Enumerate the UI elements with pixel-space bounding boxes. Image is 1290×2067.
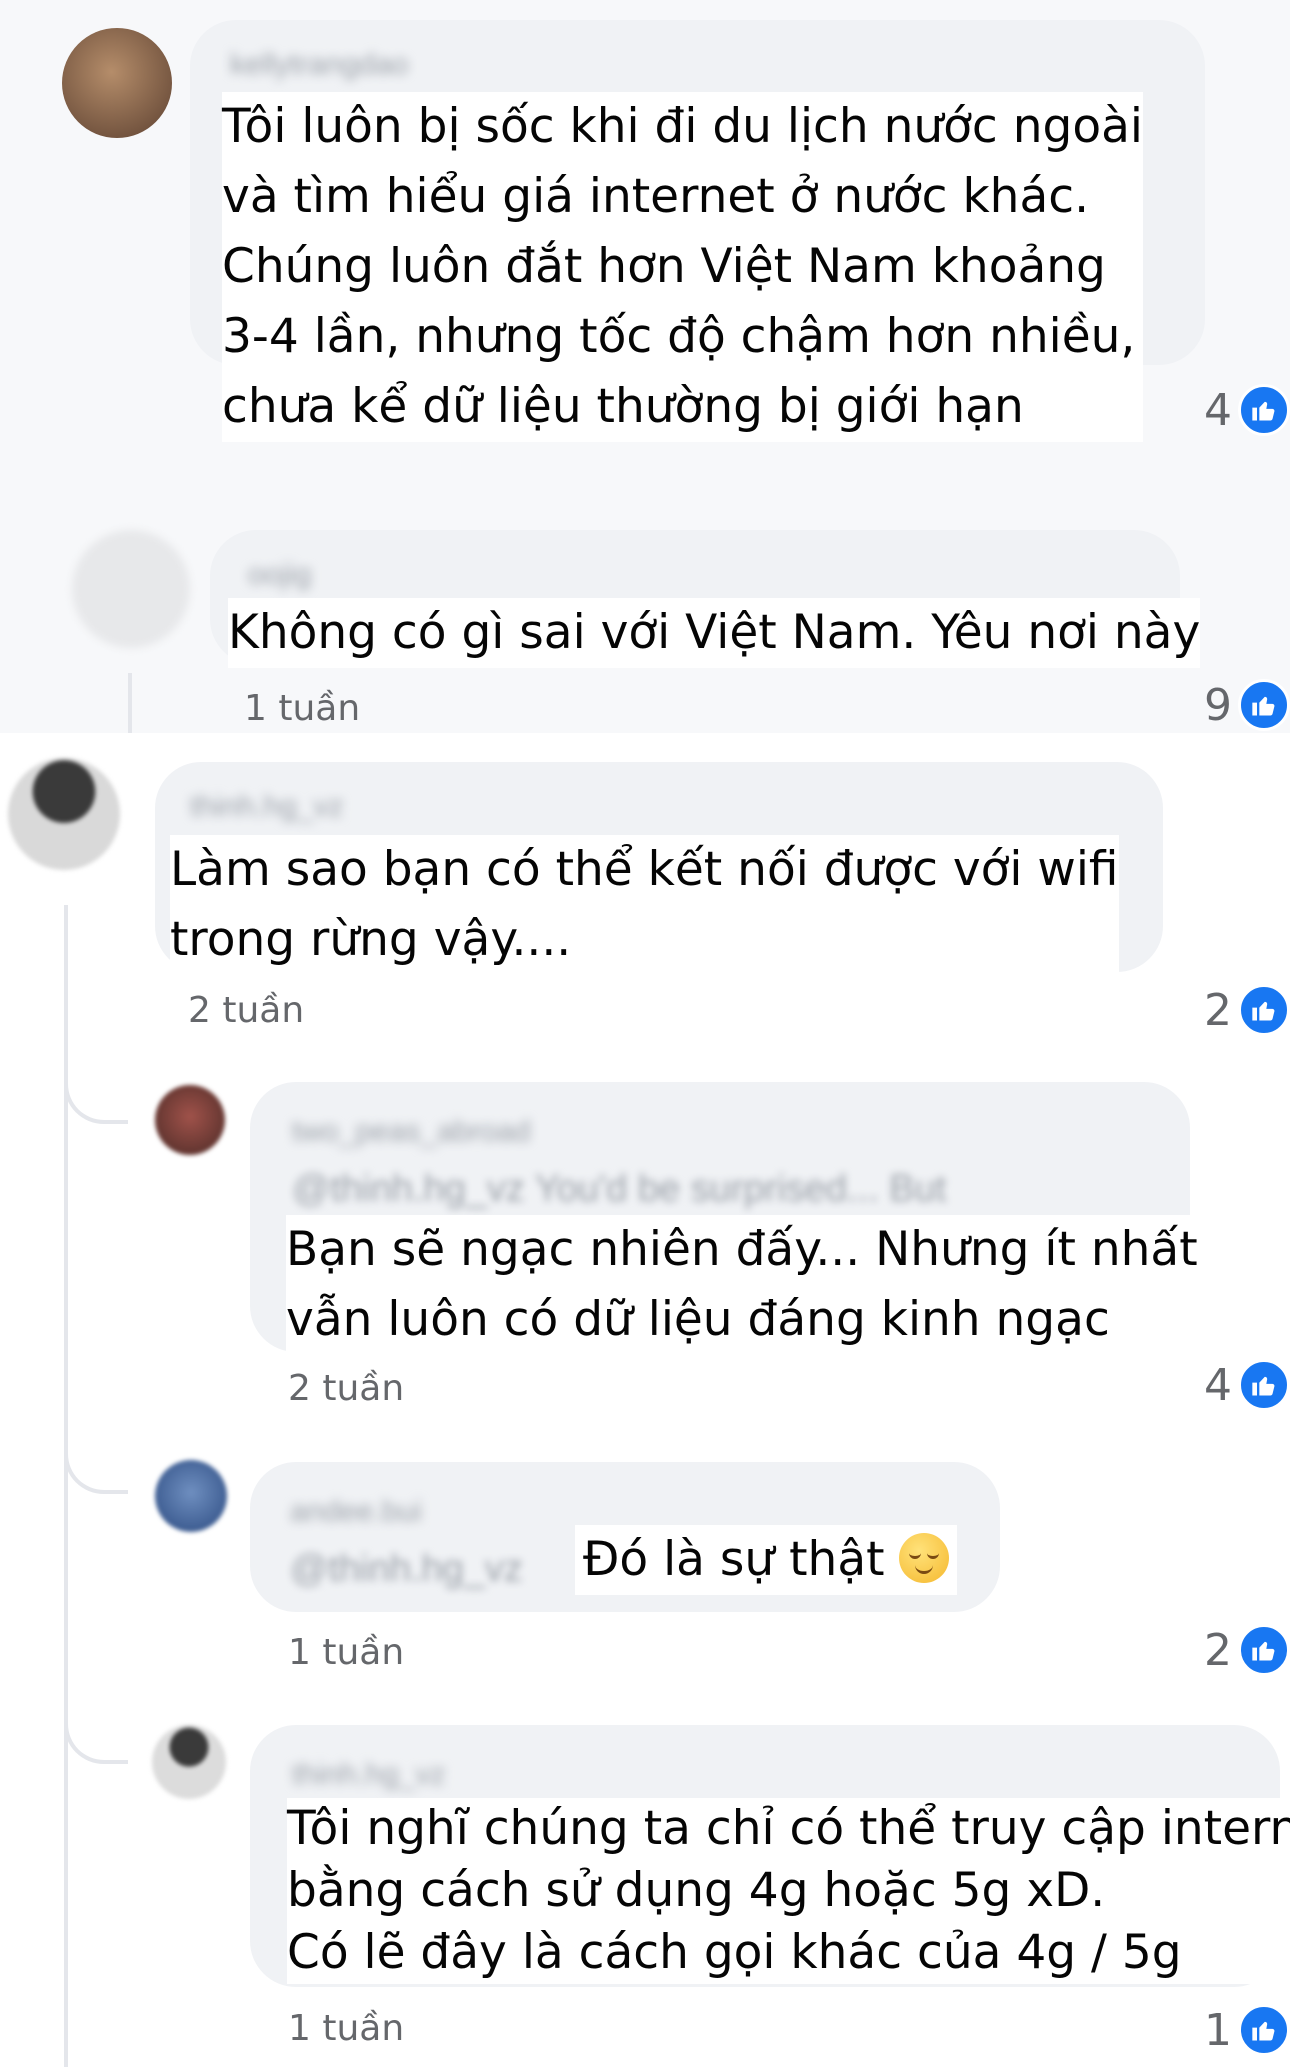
like-count[interactable]: 2 <box>1204 984 1290 1036</box>
username[interactable]: oojig <box>248 558 311 592</box>
comment-line: Làm sao bạn có thể kết nối được với wifi <box>170 842 1119 897</box>
reply-connector <box>64 1050 128 1124</box>
thumbs-up-icon <box>1238 2004 1290 2056</box>
avatar[interactable] <box>152 1725 226 1799</box>
comment-text: Tôi luôn bị sốc khi đi du lịch nước ngoà… <box>222 92 1143 442</box>
thread-line <box>128 673 132 733</box>
comment-text: Không có gì sai với Việt Nam. Yêu nơi nà… <box>228 598 1201 668</box>
comment-text: Bạn sẽ ngạc nhiên đấy... Nhưng ít nhất v… <box>286 1215 1198 1355</box>
avatar[interactable] <box>72 530 190 648</box>
comment-line: Tôi luôn bị sốc khi đi du lịch nước ngoà… <box>222 99 1143 154</box>
username[interactable]: thinh.hg_vz <box>292 1758 445 1792</box>
timestamp[interactable]: 1 tuần <box>244 688 360 729</box>
comment-line: bằng cách sử dụng 4g hoặc 5g xD. <box>287 1863 1106 1918</box>
comment-line: Chúng luôn đắt hơn Việt Nam khoảng <box>222 239 1106 294</box>
like-count[interactable]: 2 <box>1204 1624 1290 1676</box>
mention-link[interactable]: @thinh.hg_vz You'd be surprised... But <box>292 1168 946 1211</box>
thumbs-up-icon <box>1238 984 1290 1036</box>
like-count[interactable]: 4 <box>1204 384 1290 436</box>
username[interactable]: thinh.hg_vz <box>190 790 343 824</box>
username[interactable]: kellytrangdao <box>230 48 408 82</box>
comment-text: Đó là sự thật <box>575 1525 957 1595</box>
comment-text: Làm sao bạn có thể kết nối được với wifi… <box>170 835 1119 975</box>
like-count[interactable]: 1 <box>1204 2004 1290 2056</box>
username[interactable]: two_peas_abroad <box>292 1115 531 1149</box>
like-count[interactable]: 4 <box>1204 1359 1290 1411</box>
username[interactable]: andee.bui <box>290 1495 422 1529</box>
comment-line: và tìm hiểu giá internet ở nước khác. <box>222 169 1090 224</box>
timestamp[interactable]: 1 tuần <box>288 1632 404 1673</box>
thumbs-up-icon <box>1238 1359 1290 1411</box>
comment-line: 3-4 lần, nhưng tốc độ chậm hơn nhiều, <box>222 309 1136 364</box>
relieved-face-emoji <box>898 1533 949 1583</box>
avatar[interactable] <box>62 28 172 138</box>
mention-link[interactable]: @thinh.hg_vz <box>290 1548 523 1591</box>
thumbs-up-icon <box>1238 679 1290 731</box>
comment-line: trong rừng vậy.... <box>170 912 572 967</box>
avatar[interactable] <box>8 758 120 870</box>
comment-line: Không có gì sai với Việt Nam. Yêu nơi nà… <box>228 605 1201 660</box>
comment-line: vẫn luôn có dữ liệu đáng kinh ngạc <box>286 1292 1110 1347</box>
reply-connector <box>64 1690 128 1764</box>
reply-connector <box>64 1420 128 1494</box>
comment-line: chưa kể dữ liệu thường bị giới hạn <box>222 379 1024 434</box>
comment-line: Đó là sự thật <box>583 1532 885 1587</box>
thumbs-up-icon <box>1238 384 1290 436</box>
comment-line: Có lẽ đây là cách gọi khác của 4g / 5g <box>287 1925 1182 1980</box>
timestamp[interactable]: 1 tuần <box>288 2008 404 2049</box>
comment-line: Tôi nghĩ chúng ta chỉ có thể truy cập in… <box>287 1801 1290 1856</box>
like-count[interactable]: 9 <box>1204 679 1290 731</box>
avatar[interactable] <box>155 1085 225 1155</box>
timestamp[interactable]: 2 tuần <box>288 1368 404 1409</box>
thumbs-up-icon <box>1238 1624 1290 1676</box>
avatar[interactable] <box>155 1460 227 1532</box>
comment-line: Bạn sẽ ngạc nhiên đấy... Nhưng ít nhất <box>286 1222 1198 1277</box>
timestamp[interactable]: 2 tuần <box>188 990 304 1031</box>
comment-text: Tôi nghĩ chúng ta chỉ có thể truy cập in… <box>287 1798 1290 1984</box>
